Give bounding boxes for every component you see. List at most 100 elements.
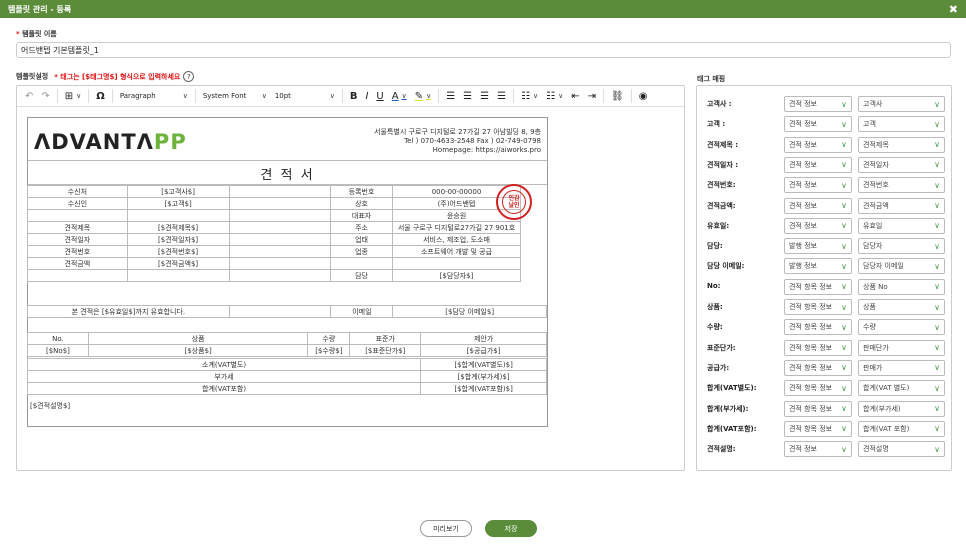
mapping-source-select[interactable]: 견적 정보 ∨ bbox=[784, 197, 852, 214]
company-address: 서울특별시 구로구 디지털로 27가길 27 아남빌딩 8, 9층 Tel ) … bbox=[374, 128, 541, 154]
mapping-field-select[interactable]: 수량 ∨ bbox=[858, 319, 945, 336]
align-left-icon[interactable]: ☰ bbox=[442, 88, 459, 105]
info-cell bbox=[228, 197, 332, 210]
mapping-field-select[interactable]: 견적일자 ∨ bbox=[858, 156, 945, 173]
redo-icon[interactable]: ↷ bbox=[37, 88, 53, 105]
info-cell bbox=[228, 221, 332, 234]
info-row: 수신인 [$고객$] 상호 (주)어드밴텝 bbox=[27, 197, 521, 210]
mapping-row: 고객 : 견적 정보 ∨ 고객 ∨ bbox=[697, 116, 951, 133]
mapping-source-select[interactable]: 견적 정보 ∨ bbox=[784, 177, 852, 194]
chevron-down-icon: ∨ bbox=[841, 140, 847, 150]
link-icon[interactable]: ⛓ bbox=[607, 88, 628, 105]
numbered-list-icon[interactable]: ☷ ∨ bbox=[542, 88, 567, 105]
font-size-select[interactable]: 10pt ∨ bbox=[271, 88, 339, 105]
mapping-label: 견적번호: bbox=[707, 181, 736, 190]
mapping-source-select[interactable]: 견적 정보 ∨ bbox=[784, 217, 852, 234]
mapping-source-select[interactable]: 견적 정보 ∨ bbox=[784, 136, 852, 153]
mapping-field-select[interactable]: 견적설명 ∨ bbox=[858, 441, 945, 458]
mapping-source-select[interactable]: 견적 항목 정보 ∨ bbox=[784, 299, 852, 315]
template-name-input[interactable] bbox=[16, 42, 951, 58]
block-format-select[interactable]: Paragraph ∨ bbox=[116, 88, 192, 105]
select-value: 견적 정보 bbox=[789, 445, 817, 454]
align-justify-icon[interactable]: ☰ bbox=[493, 88, 510, 105]
editor-canvas[interactable]: ΛDVANTΛ PP 서울특별시 구로구 디지털로 27가길 27 아남빌딩 8,… bbox=[17, 107, 684, 470]
info-cell: 업종 bbox=[330, 245, 393, 258]
mapping-field-select[interactable]: 견적금액 ∨ bbox=[858, 197, 945, 214]
align-center-icon[interactable]: ☰ bbox=[459, 88, 476, 105]
mapping-source-select[interactable]: 견적 항목 정보 ∨ bbox=[784, 380, 852, 397]
mapping-field-select[interactable]: 합계(VAT 별도) ∨ bbox=[858, 380, 945, 397]
mapping-field-select[interactable]: 견적번호 ∨ bbox=[858, 177, 945, 194]
chevron-down-icon: ∨ bbox=[934, 140, 940, 150]
mapping-source-select[interactable]: 견적 정보 ∨ bbox=[784, 116, 852, 133]
mapping-field-select[interactable]: 고객 ∨ bbox=[858, 116, 945, 133]
mapping-source-select[interactable]: 견적 정보 ∨ bbox=[784, 156, 852, 173]
mapping-source-select[interactable]: 견적 정보 ∨ bbox=[784, 441, 852, 458]
select-value: 견적 정보 bbox=[789, 140, 817, 149]
bullet-list-icon[interactable]: ☷ ∨ bbox=[517, 88, 542, 105]
chevron-down-icon: ∨ bbox=[934, 201, 940, 210]
mapping-source-select[interactable]: 발행 정보 ∨ bbox=[784, 258, 852, 275]
mapping-field-select[interactable]: 견적제목 ∨ bbox=[858, 136, 945, 153]
chevron-down-icon: ∨ bbox=[841, 302, 847, 312]
undo-icon[interactable]: ↶ bbox=[21, 88, 37, 105]
mapping-label: 견적제목 : bbox=[707, 140, 738, 149]
total-value: [$합계(부가세)$] bbox=[420, 370, 547, 383]
font-family-select[interactable]: System Font ∨ bbox=[199, 88, 271, 105]
special-char-icon[interactable]: Ω bbox=[92, 88, 109, 105]
chevron-down-icon: ∨ bbox=[934, 261, 940, 271]
mapping-row: 담당 이메일: 발행 정보 ∨ 담당자 이메일 ∨ bbox=[697, 258, 951, 275]
mapping-source-select[interactable]: 견적 항목 정보 ∨ bbox=[784, 400, 852, 417]
mapping-source-select[interactable]: 견적 항목 정보 ∨ bbox=[784, 420, 852, 437]
chevron-down-icon: ∨ bbox=[841, 383, 847, 393]
italic-icon[interactable]: I bbox=[361, 88, 372, 105]
info-cell: 대표자 bbox=[330, 209, 393, 222]
help-icon[interactable]: ? bbox=[183, 71, 195, 82]
mapping-field-select[interactable]: 상품 No ∨ bbox=[858, 278, 945, 295]
mapping-source-select[interactable]: 견적 정보 ∨ bbox=[784, 96, 852, 112]
mapping-row: 견적설명: 견적 정보 ∨ 견적설명 ∨ bbox=[697, 441, 951, 458]
mapping-row: 고객사 : 견적 정보 ∨ 고객사 ∨ bbox=[697, 96, 951, 112]
mapping-source-select[interactable]: 견적 항목 정보 ∨ bbox=[784, 278, 852, 295]
chevron-down-icon: ∨ bbox=[841, 322, 847, 332]
align-right-icon[interactable]: ☰ bbox=[476, 88, 493, 105]
template-editor[interactable]: ↶ ↷ ⊞ ∨ Ω Paragraph ∨ System Font ∨ 10pt ∨ B… bbox=[16, 85, 685, 471]
highlight-color-icon[interactable]: ✎ ∨ bbox=[411, 88, 436, 105]
outdent-icon[interactable]: ⇤ bbox=[567, 88, 583, 105]
mapping-field-select[interactable]: 담당자 ∨ bbox=[858, 238, 945, 255]
info-row: 대표자 윤승원 bbox=[27, 209, 521, 222]
item-header-cell: No. bbox=[27, 332, 89, 345]
mapping-source-select[interactable]: 발행 정보 ∨ bbox=[784, 238, 852, 255]
mapping-source-select[interactable]: 견적 항목 정보 ∨ bbox=[784, 339, 852, 356]
close-icon[interactable]: ✖ bbox=[949, 3, 958, 16]
select-value: 견적 정보 bbox=[789, 201, 817, 210]
mapping-field-select[interactable]: 판매단가 ∨ bbox=[858, 339, 945, 356]
bold-icon[interactable]: B bbox=[346, 88, 362, 105]
chevron-down-icon: ∨ bbox=[934, 282, 940, 292]
validity-table: 본 견적은 [$유효일$]까지 유효합니다. 이메일 [$담당 이메일$] bbox=[27, 305, 547, 318]
save-button[interactable]: 저장 bbox=[485, 520, 537, 537]
info-cell: 수신인 bbox=[27, 197, 128, 210]
mapping-field-select[interactable]: 합계(부가세) ∨ bbox=[858, 400, 945, 417]
table-icon[interactable]: ⊞ ∨ bbox=[61, 88, 86, 105]
mapping-source-select[interactable]: 견적 항목 정보 ∨ bbox=[784, 319, 852, 336]
preview-button[interactable]: 미리보기 bbox=[420, 520, 472, 537]
mapping-field-select[interactable]: 담당자 이메일 ∨ bbox=[858, 258, 945, 275]
select-value: 담당자 bbox=[863, 242, 883, 251]
mapping-field-select[interactable]: 고객사 ∨ bbox=[858, 96, 945, 112]
preview-eye-icon[interactable]: ◉ bbox=[635, 88, 652, 105]
text-color-icon[interactable]: A ∨ bbox=[388, 88, 411, 105]
underline-icon[interactable]: U bbox=[372, 88, 387, 105]
mapping-field-select[interactable]: 판매가 ∨ bbox=[858, 359, 945, 376]
mapping-field-select[interactable]: 합계(VAT 포함) ∨ bbox=[858, 420, 945, 437]
mapping-field-select[interactable]: 상품 ∨ bbox=[858, 299, 945, 315]
select-value: 견적 정보 bbox=[789, 221, 817, 230]
select-value: 수량 bbox=[863, 323, 876, 332]
mapping-field-select[interactable]: 유효일 ∨ bbox=[858, 217, 945, 234]
editor-toolbar: ↶ ↷ ⊞ ∨ Ω Paragraph ∨ System Font ∨ 10pt ∨ B… bbox=[17, 86, 684, 107]
totals-table: 소계(VAT별도) [$합계(VAT별도)$] 부가세 [$합계(부가세)$] 합계(V… bbox=[26, 358, 547, 395]
indent-icon[interactable]: ⇥ bbox=[584, 88, 600, 105]
mapping-source-select[interactable]: 견적 항목 정보 ∨ bbox=[784, 359, 852, 376]
total-label: 합계(VAT포함) bbox=[26, 382, 422, 395]
select-value: 합계(부가세) bbox=[863, 404, 901, 413]
